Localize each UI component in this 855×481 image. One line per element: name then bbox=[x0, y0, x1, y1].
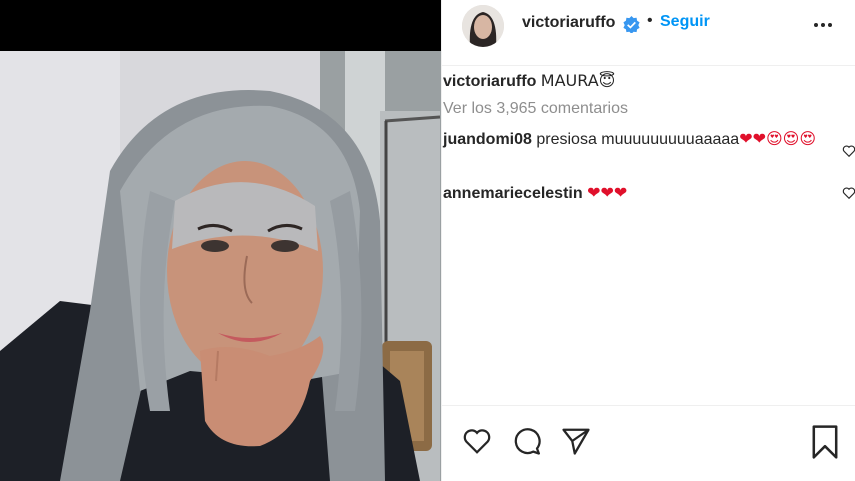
comment-item: annemariecelestin ❤❤❤ bbox=[443, 180, 838, 206]
share-icon[interactable] bbox=[561, 426, 591, 456]
media-top-bar bbox=[0, 0, 441, 51]
avatar[interactable] bbox=[462, 5, 504, 47]
comment-icon[interactable] bbox=[512, 426, 542, 456]
view-all-comments-link[interactable]: Ver los 3,965 comentarios bbox=[443, 100, 628, 118]
header-username[interactable]: victoriaruffo bbox=[522, 14, 615, 32]
verified-icon bbox=[623, 16, 640, 33]
avatar-image bbox=[462, 5, 504, 47]
comment-text: presiosa muuuuuuuuuaaaaa bbox=[536, 131, 740, 148]
save-icon[interactable] bbox=[811, 425, 839, 459]
comment-username[interactable]: annemariecelestin bbox=[443, 185, 583, 202]
separator-dot: • bbox=[647, 12, 653, 29]
more-options-icon[interactable] bbox=[813, 22, 833, 28]
post-header: victoriaruffo • Seguir bbox=[442, 0, 855, 66]
comment-like-icon[interactable] bbox=[842, 186, 855, 200]
follow-button[interactable]: Seguir bbox=[660, 13, 710, 31]
comment-item: juandomi08 presiosa muuuuuuuuuaaaaa❤❤😍😍😍 bbox=[443, 126, 838, 152]
caption-username[interactable]: victoriaruffo bbox=[443, 73, 536, 90]
caption-text: MAURA😇 bbox=[540, 71, 616, 90]
post-details-panel: victoriaruffo • Seguir victoriaruffo MAU… bbox=[441, 0, 855, 481]
comment-username[interactable]: juandomi08 bbox=[443, 131, 532, 148]
post-photo bbox=[0, 51, 441, 481]
comment-like-icon[interactable] bbox=[842, 144, 855, 158]
comment-emoji: ❤❤😍😍😍 bbox=[739, 129, 817, 148]
post-media[interactable] bbox=[0, 0, 441, 481]
post-caption: victoriaruffo MAURA😇 bbox=[443, 71, 615, 91]
comment-emoji: ❤❤❤ bbox=[587, 183, 628, 202]
like-icon[interactable] bbox=[462, 426, 492, 456]
post-actions-bar bbox=[442, 405, 855, 481]
